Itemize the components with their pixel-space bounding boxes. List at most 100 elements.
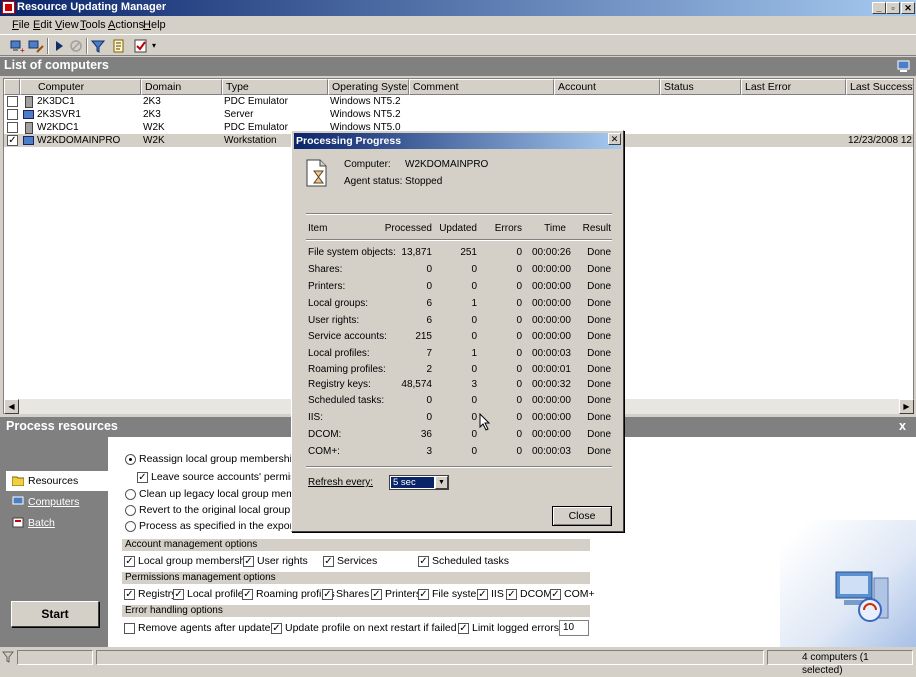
progress-processed: 6 bbox=[426, 315, 432, 326]
nav-batch[interactable]: Batch bbox=[6, 513, 108, 533]
nav-computers-label[interactable]: Computers bbox=[28, 496, 79, 508]
local-group-checkbox[interactable]: ✓ bbox=[124, 556, 135, 567]
cell-computer: 2K3DC1 bbox=[37, 96, 75, 107]
toolbar-separator bbox=[47, 38, 49, 54]
menu-file[interactable]: File bbox=[12, 19, 30, 31]
window-title: Resource Updating Manager bbox=[17, 1, 167, 13]
run-icon[interactable] bbox=[51, 38, 67, 54]
column-header-last-error[interactable]: Last Error bbox=[741, 79, 846, 95]
row-checkbox[interactable] bbox=[7, 122, 18, 133]
process-panel-title: Process resources bbox=[6, 419, 118, 433]
menu-view[interactable]: View bbox=[55, 19, 79, 31]
roaming-profiles-checkbox[interactable]: ✓ bbox=[242, 589, 253, 600]
close-panel-button[interactable]: x bbox=[899, 419, 906, 433]
tasks-icon[interactable] bbox=[133, 38, 149, 54]
revert-radio[interactable] bbox=[125, 505, 136, 516]
progress-row: Service accounts: 215 0 0 00:00:00 Done bbox=[292, 331, 625, 345]
close-button[interactable]: Close bbox=[552, 506, 612, 526]
printers-checkbox[interactable]: ✓ bbox=[371, 589, 382, 600]
progress-item: Roaming profiles: bbox=[308, 364, 386, 375]
column-header-status[interactable]: Status bbox=[660, 79, 741, 95]
column-header-check[interactable] bbox=[4, 79, 20, 95]
limit-errors-input[interactable]: 10 bbox=[559, 620, 589, 636]
user-rights-checkbox[interactable]: ✓ bbox=[243, 556, 254, 567]
status-panel bbox=[96, 650, 764, 665]
column-header-type[interactable]: Type bbox=[222, 79, 328, 95]
refresh-select[interactable]: 5 sec ▼ bbox=[389, 475, 449, 490]
start-button[interactable]: Start bbox=[11, 601, 99, 627]
progress-time: 00:00:03 bbox=[532, 348, 571, 359]
menu-edit[interactable]: Edit bbox=[33, 19, 52, 31]
update-profile-checkbox[interactable]: ✓ bbox=[271, 623, 282, 634]
progress-item: Scheduled tasks: bbox=[308, 395, 385, 406]
progress-time: 00:00:00 bbox=[532, 412, 571, 423]
decorative-background bbox=[780, 520, 916, 647]
cleanup-radio[interactable] bbox=[125, 489, 136, 500]
chevron-down-icon[interactable]: ▼ bbox=[435, 476, 448, 489]
cell-computer: 2K3SVR1 bbox=[37, 109, 81, 120]
nav-computers[interactable]: Computers bbox=[6, 492, 108, 512]
progress-processed: 2 bbox=[426, 364, 432, 375]
divider bbox=[306, 466, 612, 468]
column-header-computer[interactable]: Computer bbox=[20, 79, 141, 95]
row-checkbox-checked[interactable]: ✓ bbox=[7, 135, 18, 146]
progress-row: Registry keys: 48,574 3 0 00:00:32 Done bbox=[292, 379, 625, 393]
process-ini-radio[interactable] bbox=[125, 521, 136, 532]
shares-label: Shares bbox=[336, 588, 370, 600]
row-checkbox[interactable] bbox=[7, 109, 18, 120]
edit-computers-icon[interactable] bbox=[28, 38, 44, 54]
leave-source-checkbox[interactable]: ✓ bbox=[137, 472, 148, 483]
remove-agents-checkbox[interactable] bbox=[124, 623, 135, 634]
filter-icon[interactable] bbox=[90, 38, 106, 54]
report-icon[interactable] bbox=[111, 38, 127, 54]
progress-updated: 0 bbox=[471, 364, 477, 375]
menu-tools[interactable]: Tools bbox=[80, 19, 106, 31]
progress-errors: 0 bbox=[516, 395, 522, 406]
dialog-title-bar: Processing Progress bbox=[294, 133, 621, 149]
dropdown-arrow-icon[interactable]: ▾ bbox=[150, 38, 158, 54]
file-system-checkbox[interactable]: ✓ bbox=[418, 589, 429, 600]
services-label: Services bbox=[337, 555, 378, 567]
progress-errors: 0 bbox=[516, 446, 522, 457]
computer-icon bbox=[23, 135, 34, 146]
add-computers-icon[interactable]: + bbox=[10, 38, 26, 55]
update-profile-label: Update profile on next restart if failed bbox=[285, 622, 457, 634]
scroll-left-icon[interactable]: ◀ bbox=[4, 399, 19, 414]
close-window-button[interactable]: ✕ bbox=[901, 2, 915, 14]
local-profiles-checkbox[interactable]: ✓ bbox=[173, 589, 184, 600]
reassign-radio[interactable] bbox=[125, 454, 136, 465]
menu-actions[interactable]: Actions bbox=[108, 19, 144, 31]
column-header-comment[interactable]: Comment bbox=[409, 79, 554, 95]
table-row[interactable]: 2K3DC1 2K3 PDC Emulator Windows NT5.2 bbox=[4, 95, 913, 108]
dialog-close-icon[interactable]: ✕ bbox=[608, 133, 621, 145]
nav-batch-label[interactable]: Batch bbox=[28, 517, 55, 529]
column-header-domain[interactable]: Domain bbox=[141, 79, 222, 95]
services-checkbox[interactable]: ✓ bbox=[323, 556, 334, 567]
computer-label: Computer: bbox=[344, 159, 391, 170]
limit-errors-checkbox[interactable]: ✓ bbox=[458, 623, 469, 634]
dcom-checkbox[interactable]: ✓ bbox=[506, 589, 517, 600]
com-plus-checkbox[interactable]: ✓ bbox=[550, 589, 561, 600]
computer-icon[interactable] bbox=[897, 59, 911, 73]
column-header-account[interactable]: Account bbox=[554, 79, 660, 95]
app-icon bbox=[2, 1, 15, 14]
stop-icon[interactable] bbox=[68, 38, 84, 54]
registry-label: Registry bbox=[138, 588, 177, 600]
hourglass-document-icon bbox=[306, 159, 327, 187]
registry-checkbox[interactable]: ✓ bbox=[124, 589, 135, 600]
shares-checkbox[interactable]: ✓ bbox=[322, 589, 333, 600]
minimize-button[interactable]: _ bbox=[872, 2, 886, 14]
table-row[interactable]: 2K3SVR1 2K3 Server Windows NT5.2 bbox=[4, 108, 913, 121]
iis-checkbox[interactable]: ✓ bbox=[477, 589, 488, 600]
column-header-os[interactable]: Operating System bbox=[328, 79, 409, 95]
local-group-label: Local group membership bbox=[138, 555, 254, 567]
progress-updated: 0 bbox=[471, 429, 477, 440]
scroll-right-icon[interactable]: ▶ bbox=[899, 399, 914, 414]
column-header-last-successful[interactable]: Last Successful bbox=[846, 79, 913, 95]
row-checkbox[interactable] bbox=[7, 96, 18, 107]
scheduled-tasks-checkbox[interactable]: ✓ bbox=[418, 556, 429, 567]
menu-help[interactable]: Help bbox=[143, 19, 166, 31]
restore-button[interactable]: ▫ bbox=[886, 2, 900, 14]
remove-agents-label: Remove agents after update bbox=[138, 622, 271, 634]
nav-resources[interactable]: Resources bbox=[6, 471, 108, 491]
